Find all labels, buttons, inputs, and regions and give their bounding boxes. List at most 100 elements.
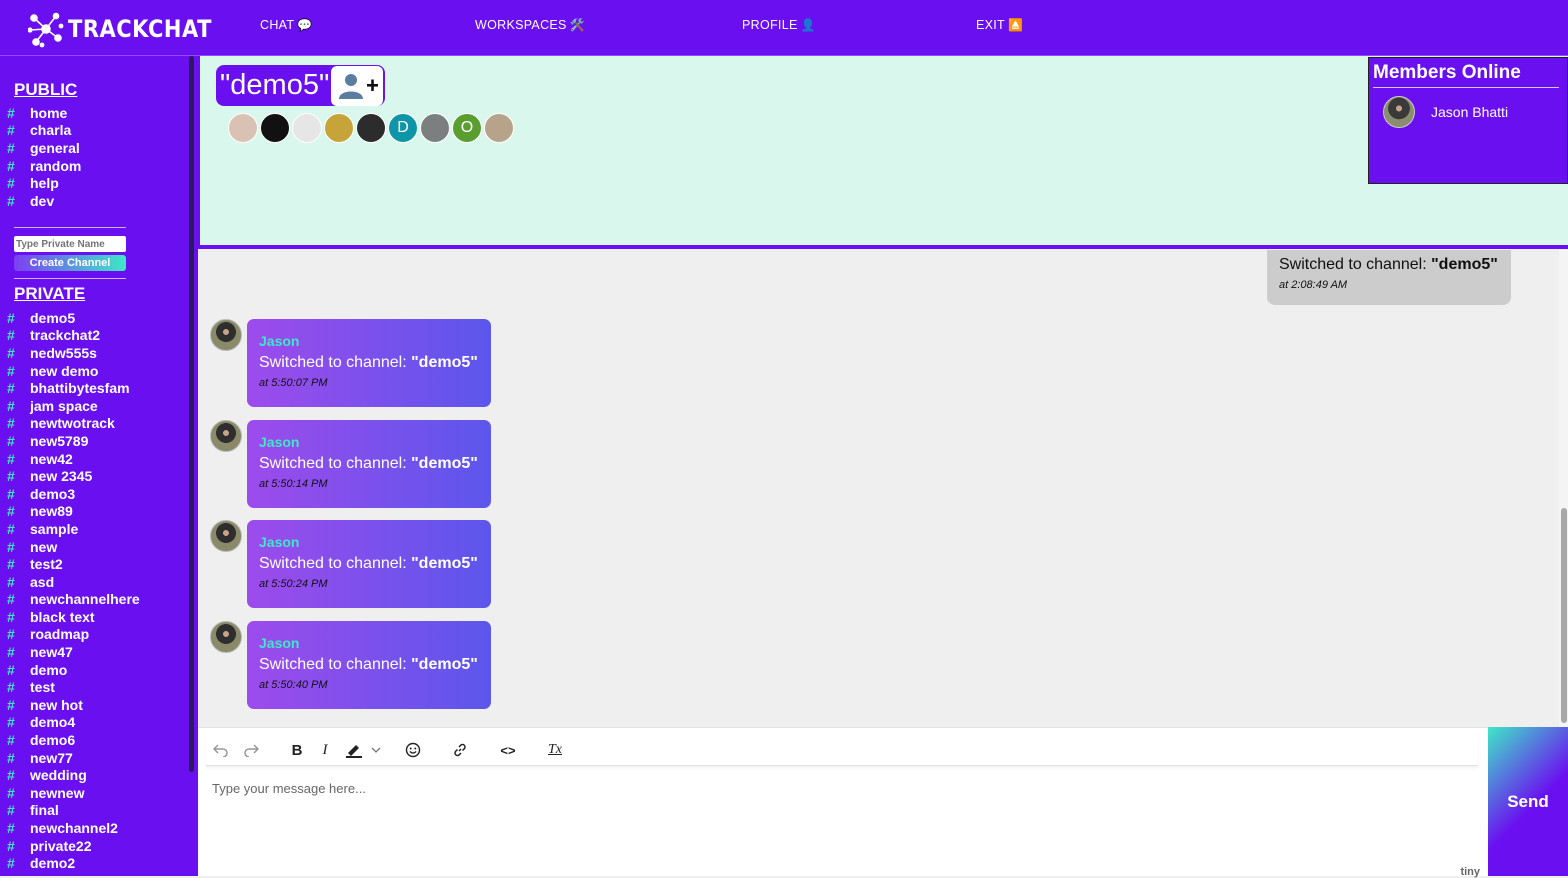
sidebar-channel-item[interactable]: # newtwotrack xyxy=(0,415,140,433)
nav-exit[interactable]: EXIT ⏏️ xyxy=(976,18,1023,32)
highlight-icon[interactable] xyxy=(343,739,365,761)
sidebar-channel-label: new xyxy=(30,538,58,555)
sidebar-channel-item[interactable]: # home xyxy=(0,104,81,122)
sidebar-channel-item[interactable]: # new77 xyxy=(0,749,140,767)
sidebar-channel-label: new 2345 xyxy=(30,468,93,485)
sidebar-channel-label: wedding xyxy=(30,767,87,784)
sidebar-channel-item[interactable]: # jam space xyxy=(0,397,140,415)
avatar[interactable] xyxy=(210,420,242,452)
sidebar-channel-item[interactable]: # new xyxy=(0,538,140,556)
tiny-branding[interactable]: tiny xyxy=(1460,866,1480,878)
sidebar-channel-item[interactable]: # new5789 xyxy=(0,432,140,450)
sidebar-channel-item[interactable]: # newchannelhere xyxy=(0,591,140,609)
sidebar-channel-item[interactable]: # demo xyxy=(0,661,140,679)
sidebar-channel-item[interactable]: # new hot xyxy=(0,696,140,714)
sidebar-channel-label: new5789 xyxy=(30,432,89,449)
message-author: Jason xyxy=(259,333,300,349)
message-input[interactable]: Type your message here... xyxy=(212,781,366,796)
nav-profile[interactable]: PROFILE 👤 xyxy=(742,18,816,32)
member-avatar[interactable] xyxy=(260,113,290,143)
sidebar-divider xyxy=(14,278,126,279)
message-editor[interactable]: B I <> Tx Type your message here... tiny xyxy=(198,727,1488,878)
hash-icon: # xyxy=(7,784,15,801)
sidebar-channel-item[interactable]: # general xyxy=(0,139,81,157)
sidebar-channel-item[interactable]: # demo2 xyxy=(0,854,140,872)
sidebar-channel-item[interactable]: # private22 xyxy=(0,837,140,855)
hash-icon: # xyxy=(7,820,15,837)
message-channel-name: "demo5" xyxy=(411,656,478,673)
hash-icon: # xyxy=(7,380,15,397)
online-member[interactable]: Jason Bhatti xyxy=(1369,96,1567,128)
member-avatar[interactable]: D xyxy=(388,113,418,143)
hash-icon: # xyxy=(7,157,15,174)
brand-name: TRACKCHAT xyxy=(68,15,212,43)
member-avatar[interactable] xyxy=(484,113,514,143)
italic-icon[interactable]: I xyxy=(314,739,336,761)
sidebar-scrollbar[interactable] xyxy=(189,56,194,772)
message-author: Jason xyxy=(259,434,300,450)
sidebar-channel-label: roadmap xyxy=(30,626,90,643)
avatar[interactable] xyxy=(210,621,242,653)
undo-icon[interactable] xyxy=(210,739,232,761)
sidebar-channel-item[interactable]: # random xyxy=(0,157,81,175)
private-channel-name-input[interactable] xyxy=(14,236,126,252)
sidebar-channel-item[interactable]: # new47 xyxy=(0,643,140,661)
sidebar-channel-label: new hot xyxy=(30,696,83,713)
member-avatar[interactable] xyxy=(228,113,258,143)
sidebar-channel-item[interactable]: # final xyxy=(0,802,140,820)
nav-workspaces-label: WORKSPACES xyxy=(475,18,567,32)
sidebar-channel-item[interactable]: # new demo xyxy=(0,362,140,380)
sidebar-channel-item[interactable]: # charla xyxy=(0,122,81,140)
sidebar-channel-item[interactable]: # bhattibytesfam xyxy=(0,379,140,397)
sidebar-channel-item[interactable]: # help xyxy=(0,174,81,192)
sidebar-channel-item[interactable]: # new42 xyxy=(0,450,140,468)
nav-chat[interactable]: CHAT 💬 xyxy=(260,18,313,32)
member-avatar[interactable] xyxy=(292,113,322,143)
member-avatar[interactable] xyxy=(356,113,386,143)
emoji-icon[interactable] xyxy=(402,739,424,761)
sidebar-channel-item[interactable]: # new 2345 xyxy=(0,467,140,485)
clear-format-icon[interactable]: Tx xyxy=(544,739,566,761)
member-avatar[interactable] xyxy=(420,113,450,143)
scrollbar-thumb[interactable] xyxy=(1561,508,1567,723)
sidebar-channel-item[interactable]: # demo3 xyxy=(0,485,140,503)
sidebar-channel-item[interactable]: # roadmap xyxy=(0,626,140,644)
sidebar-channel-item[interactable]: # test xyxy=(0,678,140,696)
sidebar-channel-item[interactable]: # asd xyxy=(0,573,140,591)
create-channel-button[interactable]: Create Channel xyxy=(14,255,126,271)
hash-icon: # xyxy=(7,573,15,590)
sidebar-channel-item[interactable]: # sample xyxy=(0,520,140,538)
online-member-name: Jason Bhatti xyxy=(1431,104,1509,120)
sidebar-channel-item[interactable]: # demo4 xyxy=(0,714,140,732)
avatar[interactable] xyxy=(210,520,242,552)
add-member-button[interactable] xyxy=(331,65,384,106)
sidebar-channel-item[interactable]: # newnew xyxy=(0,784,140,802)
sidebar-channel-item[interactable]: # dev xyxy=(0,192,81,210)
sidebar-channel-item[interactable]: # trackchat2 xyxy=(0,327,140,345)
brand-logo[interactable]: TRACKCHAT xyxy=(28,10,212,48)
sidebar-channel-label: nedw555s xyxy=(30,344,97,361)
nav-workspaces[interactable]: WORKSPACES 🛠️ xyxy=(475,18,585,32)
member-avatar[interactable] xyxy=(324,113,354,143)
chevron-down-icon[interactable] xyxy=(365,739,387,761)
sidebar-channel-item[interactable]: # new89 xyxy=(0,503,140,521)
send-button[interactable]: Send xyxy=(1488,727,1568,876)
link-icon[interactable] xyxy=(449,739,471,761)
redo-icon[interactable] xyxy=(240,739,262,761)
message-text-prefix: Switched to channel: xyxy=(1279,256,1432,273)
message-text-prefix: Switched to channel: xyxy=(259,354,412,371)
hash-icon: # xyxy=(7,415,15,432)
sidebar-channel-item[interactable]: # demo6 xyxy=(0,731,140,749)
sidebar-channel-item[interactable]: # nedw555s xyxy=(0,344,140,362)
sidebar-channel-item[interactable]: # black text xyxy=(0,608,140,626)
code-icon[interactable]: <> xyxy=(497,739,519,761)
user-icon: 👤 xyxy=(800,18,816,32)
sidebar-channel-item[interactable]: # demo5 xyxy=(0,309,140,327)
member-avatar[interactable]: O xyxy=(452,113,482,143)
bold-icon[interactable]: B xyxy=(286,739,308,761)
message-scrollbar[interactable] xyxy=(1559,250,1568,727)
sidebar-channel-item[interactable]: # wedding xyxy=(0,766,140,784)
sidebar-channel-item[interactable]: # newchannel2 xyxy=(0,819,140,837)
sidebar-channel-item[interactable]: # test2 xyxy=(0,555,140,573)
avatar[interactable] xyxy=(210,319,242,351)
